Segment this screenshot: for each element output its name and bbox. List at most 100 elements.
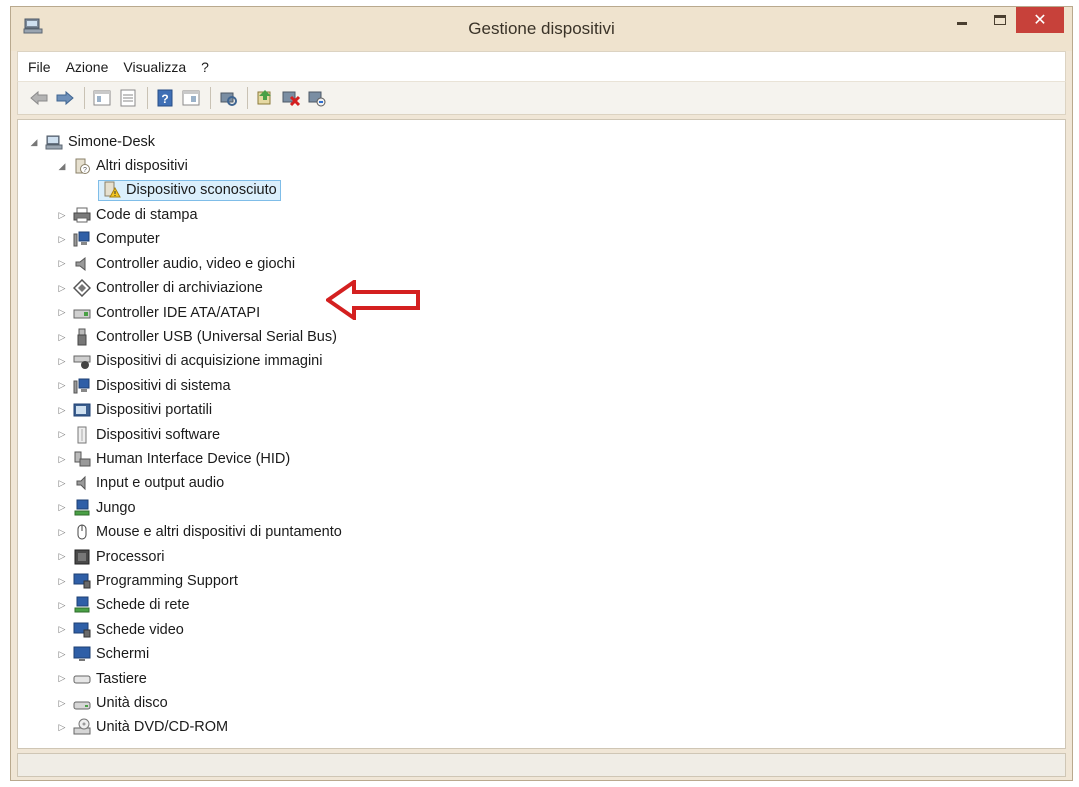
tree-category[interactable]: ▷ Dispositivi di acquisizione immagini <box>56 350 322 372</box>
warning-device-icon <box>102 181 122 199</box>
collapse-icon[interactable]: ◢ <box>56 160 68 172</box>
tree-category[interactable]: ▷ Controller di archiviazione <box>56 277 263 299</box>
update-driver-button[interactable] <box>254 87 276 109</box>
expand-icon[interactable]: ▷ <box>56 282 68 294</box>
category-label: Controller di archiviazione <box>96 280 263 297</box>
category-label: Controller audio, video e giochi <box>96 255 296 272</box>
menu-help[interactable]: ? <box>201 59 209 75</box>
tree-category[interactable]: ▷ Schede di rete <box>56 594 190 616</box>
menu-file[interactable]: File <box>28 59 51 75</box>
tree-category[interactable]: ▷ Dispositivi portatili <box>56 399 213 421</box>
category-label: Tastiere <box>96 670 147 687</box>
tree-category[interactable]: ▷ Mouse e altri dispositivi di puntamento <box>56 521 342 543</box>
expand-icon[interactable]: ▷ <box>56 551 68 563</box>
scan-hardware-icon <box>220 92 237 106</box>
selection-highlight[interactable]: Dispositivo sconosciuto <box>98 179 281 201</box>
tree-group-altri-dispositivi[interactable]: ◢ ? Altri dispositivi <box>56 155 188 177</box>
tree-category[interactable]: ▷ Input e output audio <box>56 472 225 494</box>
expand-icon[interactable]: ▷ <box>56 526 68 538</box>
expand-icon[interactable]: ▷ <box>56 673 68 685</box>
title-bar[interactable]: Gestione dispositivi ✕ <box>11 7 1072 51</box>
expand-icon[interactable]: ▷ <box>56 307 68 319</box>
disable-device-button[interactable] <box>280 87 302 109</box>
tree-category[interactable]: ▷ Schermi <box>56 643 150 665</box>
tree-category[interactable]: ▷ Schede video <box>56 619 184 641</box>
tree-category[interactable]: ▷ Dispositivi di sistema <box>56 375 231 397</box>
tree-category[interactable]: ▷ Tastiere <box>56 668 147 690</box>
mouse-icon <box>72 523 92 541</box>
hid-icon <box>72 450 92 468</box>
monitor-icon <box>72 572 92 590</box>
expand-icon[interactable]: ▷ <box>56 429 68 441</box>
tree-category[interactable]: ▷ Controller IDE ATA/ATAPI <box>56 302 261 324</box>
tree-category[interactable]: ▷ Dispositivi software <box>56 424 220 446</box>
tree-category[interactable]: ▷ Controller USB (Universal Serial Bus) <box>56 326 337 348</box>
tree-root-label: Simone-Desk <box>68 134 156 150</box>
keyboard-icon <box>72 670 92 688</box>
ide-controller-icon <box>72 304 92 322</box>
expand-icon[interactable]: ▷ <box>56 502 68 514</box>
expand-icon[interactable]: ▷ <box>56 721 68 733</box>
usb-icon <box>72 328 92 346</box>
expand-icon[interactable]: ▷ <box>56 233 68 245</box>
device-list-button[interactable] <box>117 87 139 109</box>
category-label: Schede di rete <box>96 597 190 614</box>
expand-icon[interactable]: ▷ <box>56 648 68 660</box>
expand-icon[interactable]: ▷ <box>56 209 68 221</box>
printer-icon <box>72 206 92 224</box>
resource-view-icon <box>182 90 200 106</box>
tree-category[interactable]: ▷ Code di stampa <box>56 204 198 226</box>
resource-view-button[interactable] <box>180 87 202 109</box>
tree-category[interactable]: ▷ Jungo <box>56 497 136 519</box>
tree-category[interactable]: ▷ Unità disco <box>56 692 168 714</box>
category-label: Dispositivi portatili <box>96 402 213 419</box>
processor-icon <box>72 548 92 566</box>
svg-text:?: ? <box>161 92 168 106</box>
menu-azione[interactable]: Azione <box>66 59 109 75</box>
uninstall-device-button[interactable] <box>306 87 328 109</box>
device-tree[interactable]: ◢ Simone-Desk ◢ ? Altri dispositivi Disp… <box>17 119 1066 749</box>
menu-visualizza[interactable]: Visualizza <box>123 59 186 75</box>
tree-root[interactable]: ◢ Simone-Desk <box>28 131 156 153</box>
tree-category[interactable]: ▷ Human Interface Device (HID) <box>56 448 291 470</box>
expand-icon[interactable]: ▷ <box>56 624 68 636</box>
expand-icon[interactable]: ▷ <box>56 599 68 611</box>
expand-icon[interactable]: ▷ <box>56 477 68 489</box>
expand-icon[interactable]: ▷ <box>56 331 68 343</box>
expand-icon[interactable]: ▷ <box>56 697 68 709</box>
expand-icon[interactable]: ▷ <box>56 575 68 587</box>
expand-icon[interactable]: ▷ <box>56 453 68 465</box>
category-label: Controller USB (Universal Serial Bus) <box>96 329 337 345</box>
maximize-button[interactable] <box>985 7 1015 33</box>
tree-category[interactable]: ▷ Processori <box>56 546 165 568</box>
back-button[interactable] <box>28 87 50 109</box>
close-button[interactable]: ✕ <box>1016 7 1064 33</box>
help-button[interactable]: ? <box>154 87 176 109</box>
scan-hardware-button[interactable] <box>217 87 239 109</box>
uninstall-device-icon <box>308 91 326 107</box>
tree-category[interactable]: ▷ Programming Support <box>56 570 238 592</box>
dvd-drive-icon <box>72 718 92 736</box>
forward-arrow-icon <box>56 90 74 106</box>
expand-icon[interactable]: ▷ <box>56 355 68 367</box>
storage-controller-icon <box>72 279 92 298</box>
tree-category[interactable]: ▷ Controller audio, video e giochi <box>56 253 296 275</box>
svg-text:?: ? <box>83 167 87 174</box>
properties-view-icon <box>93 90 111 106</box>
speaker-icon <box>72 255 92 273</box>
collapse-icon[interactable]: ◢ <box>28 136 40 148</box>
forward-button[interactable] <box>54 87 76 109</box>
device-manager-window: Gestione dispositivi ✕ File Azione Visua… <box>10 6 1073 781</box>
expand-icon[interactable]: ▷ <box>56 404 68 416</box>
minimize-button[interactable] <box>947 7 977 33</box>
category-label: Dispositivi software <box>96 426 221 443</box>
device-label: Dispositivo sconosciuto <box>126 182 277 198</box>
tree-category[interactable]: ▷ Unità DVD/CD-ROM <box>56 716 228 738</box>
toolbar: ? <box>17 81 1066 115</box>
toolbar-separator <box>210 87 211 109</box>
expand-icon[interactable]: ▷ <box>56 380 68 392</box>
tree-category[interactable]: ▷ Computer <box>56 228 160 250</box>
properties-view-button[interactable] <box>91 87 113 109</box>
tree-item-dispositivo-sconosciuto[interactable]: Dispositivo sconosciuto <box>98 179 281 201</box>
expand-icon[interactable]: ▷ <box>56 258 68 270</box>
